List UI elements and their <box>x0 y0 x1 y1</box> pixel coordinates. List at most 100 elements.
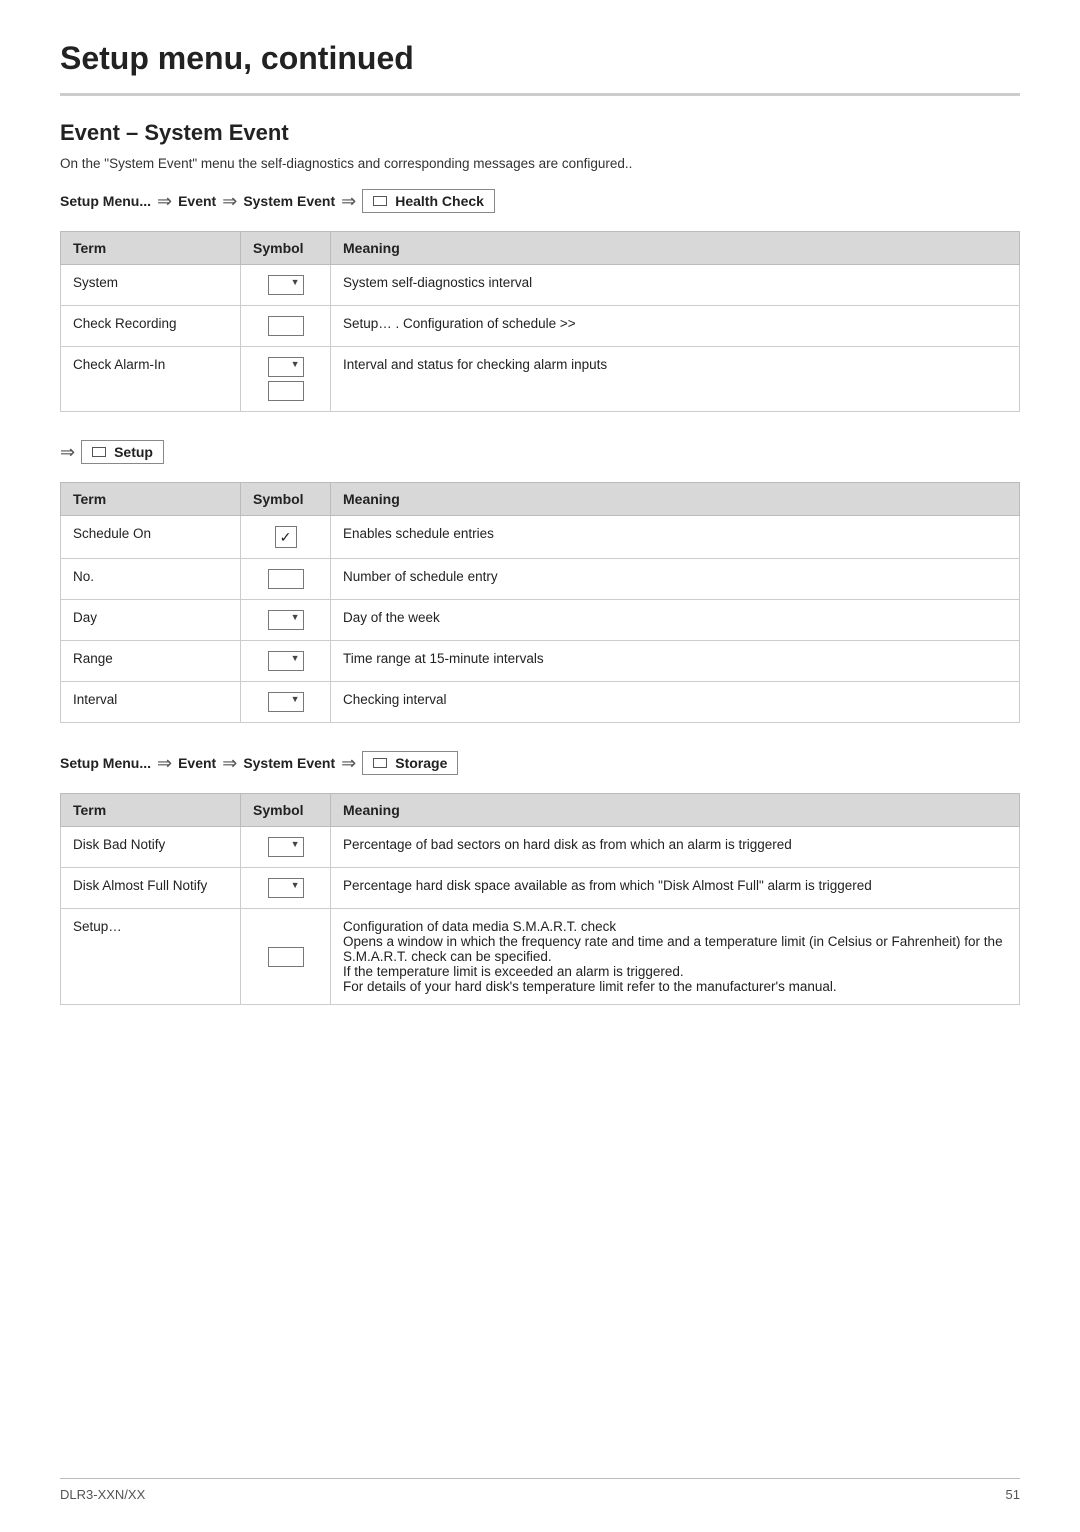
breadcrumb-storage: Setup Menu... ⇒ Event ⇒ System Event ⇒ S… <box>60 751 1020 775</box>
breadcrumb-event: Event <box>178 193 216 209</box>
term-check-alarm-in: Check Alarm-In <box>61 347 241 412</box>
breadcrumb2-box-icon <box>373 758 387 768</box>
breadcrumb-setup-menu: Setup Menu... <box>60 193 151 209</box>
term-check-recording: Check Recording <box>61 306 241 347</box>
term-disk-almost-full: Disk Almost Full Notify <box>61 868 241 909</box>
checkmark-icon: ✓ <box>275 526 297 548</box>
table2-header-term: Term <box>61 483 241 516</box>
breadcrumb-health-check: Setup Menu... ⇒ Event ⇒ System Event ⇒ H… <box>60 189 1020 213</box>
stacked-symbols <box>268 357 304 401</box>
table-row: Range Time range at 15-minute intervals <box>61 641 1020 682</box>
breadcrumb-system-event: System Event <box>243 193 335 209</box>
table-row: Check Alarm-In Interval and status for c… <box>61 347 1020 412</box>
symbol-check-recording <box>241 306 331 347</box>
dropdown-icon <box>268 878 304 898</box>
table1-header-symbol: Symbol <box>241 232 331 265</box>
breadcrumb2-system-event: System Event <box>243 755 335 771</box>
table-row: Schedule On ✓ Enables schedule entries <box>61 516 1020 559</box>
symbol-disk-almost-full <box>241 868 331 909</box>
table-row: Check Recording Setup… . Configuration o… <box>61 306 1020 347</box>
footer-page-number: 51 <box>1006 1487 1020 1502</box>
meaning-schedule-on: Enables schedule entries <box>331 516 1020 559</box>
table1-header-meaning: Meaning <box>331 232 1020 265</box>
meaning-disk-bad-notify: Percentage of bad sectors on hard disk a… <box>331 827 1020 868</box>
box-icon <box>268 381 304 401</box>
table2-header-meaning: Meaning <box>331 483 1020 516</box>
meaning-interval: Checking interval <box>331 682 1020 723</box>
section-description: On the "System Event" menu the self-diag… <box>60 156 1020 171</box>
dropdown-icon <box>268 837 304 857</box>
box-icon <box>268 947 304 967</box>
meaning-range: Time range at 15-minute intervals <box>331 641 1020 682</box>
meaning-setup: Configuration of data media S.M.A.R.T. c… <box>331 909 1020 1005</box>
sub-breadcrumb-setup-label: Setup <box>114 444 153 460</box>
term-day: Day <box>61 600 241 641</box>
breadcrumb-storage-box: Storage <box>362 751 458 775</box>
breadcrumb2-event: Event <box>178 755 216 771</box>
breadcrumb-box-icon <box>373 196 387 206</box>
box-icon <box>268 316 304 336</box>
meaning-check-alarm-in: Interval and status for checking alarm i… <box>331 347 1020 412</box>
term-system: System <box>61 265 241 306</box>
meaning-check-recording: Setup… . Configuration of schedule >> <box>331 306 1020 347</box>
schedule-table: Term Symbol Meaning Schedule On ✓ Enable… <box>60 482 1020 723</box>
sub-arrow-icon: ⇒ <box>60 442 75 463</box>
meaning-day: Day of the week <box>331 600 1020 641</box>
term-range: Range <box>61 641 241 682</box>
term-disk-bad-notify: Disk Bad Notify <box>61 827 241 868</box>
page-title: Setup menu, continued <box>60 40 1020 96</box>
table-row: Interval Checking interval <box>61 682 1020 723</box>
meaning-disk-almost-full: Percentage hard disk space available as … <box>331 868 1020 909</box>
symbol-interval <box>241 682 331 723</box>
sub-breadcrumb-setup: ⇒ Setup <box>60 440 1020 464</box>
term-no: No. <box>61 559 241 600</box>
symbol-schedule-on: ✓ <box>241 516 331 559</box>
table-row: Disk Almost Full Notify Percentage hard … <box>61 868 1020 909</box>
term-schedule-on: Schedule On <box>61 516 241 559</box>
dropdown-icon <box>268 651 304 671</box>
table3-header-symbol: Symbol <box>241 794 331 827</box>
table-row: Disk Bad Notify Percentage of bad sector… <box>61 827 1020 868</box>
symbol-system <box>241 265 331 306</box>
term-setup: Setup… <box>61 909 241 1005</box>
breadcrumb2-setup-menu: Setup Menu... <box>60 755 151 771</box>
section-title: Event – System Event <box>60 120 1020 146</box>
dropdown-icon <box>268 610 304 630</box>
dropdown-icon <box>268 275 304 295</box>
breadcrumb-health-check-box: Health Check <box>362 189 495 213</box>
breadcrumb2-arrow-3: ⇒ <box>341 753 356 774</box>
meaning-no: Number of schedule entry <box>331 559 1020 600</box>
symbol-setup <box>241 909 331 1005</box>
footer-model: DLR3-XXN/XX <box>60 1487 145 1502</box>
symbol-day <box>241 600 331 641</box>
box-icon <box>268 569 304 589</box>
dropdown-icon <box>268 357 304 377</box>
table-row: System System self-diagnostics interval <box>61 265 1020 306</box>
breadcrumb-arrow-3: ⇒ <box>341 191 356 212</box>
page-footer: DLR3-XXN/XX 51 <box>60 1478 1020 1502</box>
table-row: Day Day of the week <box>61 600 1020 641</box>
breadcrumb2-arrow-1: ⇒ <box>157 753 172 774</box>
table-row: No. Number of schedule entry <box>61 559 1020 600</box>
table3-header-term: Term <box>61 794 241 827</box>
symbol-check-alarm-in <box>241 347 331 412</box>
breadcrumb-arrow-1: ⇒ <box>157 191 172 212</box>
term-interval: Interval <box>61 682 241 723</box>
table-row: Setup… Configuration of data media S.M.A… <box>61 909 1020 1005</box>
sub-breadcrumb-setup-box: Setup <box>81 440 164 464</box>
storage-table: Term Symbol Meaning Disk Bad Notify Perc… <box>60 793 1020 1005</box>
table1-header-term: Term <box>61 232 241 265</box>
breadcrumb-health-check-label: Health Check <box>395 193 484 209</box>
symbol-disk-bad-notify <box>241 827 331 868</box>
symbol-no <box>241 559 331 600</box>
health-check-table: Term Symbol Meaning System System self-d… <box>60 231 1020 412</box>
dropdown-icon <box>268 692 304 712</box>
table3-header-meaning: Meaning <box>331 794 1020 827</box>
breadcrumb-storage-label: Storage <box>395 755 447 771</box>
table2-header-symbol: Symbol <box>241 483 331 516</box>
meaning-system: System self-diagnostics interval <box>331 265 1020 306</box>
symbol-range <box>241 641 331 682</box>
breadcrumb2-arrow-2: ⇒ <box>222 753 237 774</box>
breadcrumb-arrow-2: ⇒ <box>222 191 237 212</box>
sub-box-icon <box>92 447 106 457</box>
